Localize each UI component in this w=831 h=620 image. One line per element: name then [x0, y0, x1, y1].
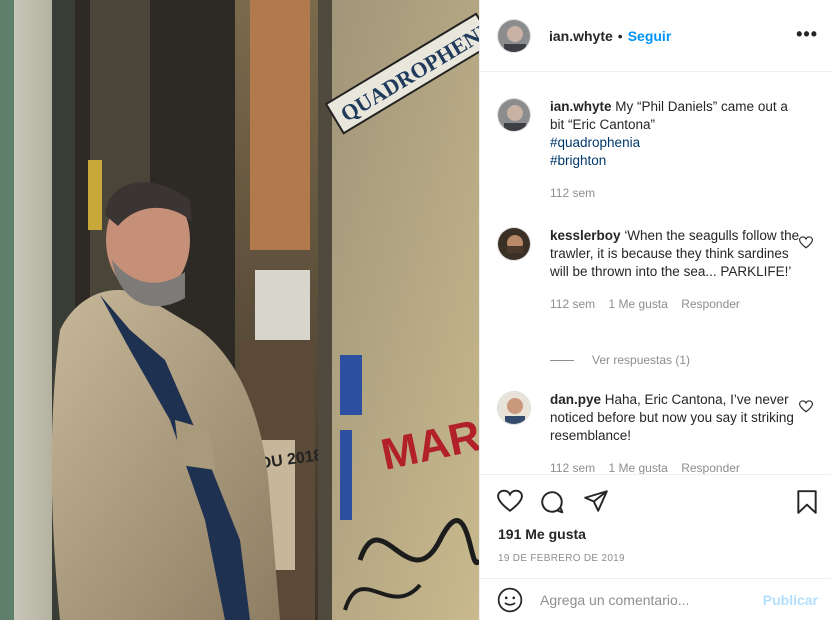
avatar[interactable]	[497, 18, 531, 53]
avatar[interactable]	[497, 98, 531, 132]
post-header: ian.whyte • Seguir •••	[480, 0, 831, 72]
post-date: 19 DE FEBRERO DE 2019	[498, 553, 625, 564]
post-action-bar	[480, 474, 831, 530]
heart-icon[interactable]	[799, 236, 813, 249]
avatar[interactable]	[497, 391, 531, 425]
reply-button[interactable]: Responder	[681, 461, 740, 474]
post-author-username[interactable]: ian.whyte	[549, 28, 613, 44]
heart-icon[interactable]	[497, 489, 523, 513]
add-comment-bar: Publicar	[480, 578, 831, 620]
hashtag-link[interactable]: #brighton	[550, 152, 805, 170]
comment-username[interactable]: kesslerboy	[550, 228, 621, 243]
publish-button[interactable]: Publicar	[763, 592, 818, 608]
share-icon[interactable]	[583, 489, 609, 513]
bookmark-icon[interactable]	[796, 489, 818, 515]
follow-separator: •	[617, 27, 623, 44]
comments-list[interactable]: ian.whyte My “Phil Daniels” came out a b…	[480, 73, 831, 474]
view-replies-button[interactable]: Ver respuestas (1)	[550, 353, 690, 367]
alley-photo-image: LOU 2018 QUADROPHENIA MARU	[0, 0, 479, 620]
likes-count[interactable]: 191 Me gusta	[498, 526, 586, 542]
caption-time: 112 sem	[550, 186, 596, 200]
heart-icon[interactable]	[799, 400, 813, 413]
hashtag-link[interactable]: #quadrophenia	[550, 134, 805, 152]
comment-time: 112 sem	[550, 461, 596, 474]
comment-time: 112 sem	[550, 297, 596, 311]
comment-likes-count[interactable]: 1 Me gusta	[608, 297, 667, 311]
emoji-icon[interactable]	[497, 587, 523, 613]
caption-username[interactable]: ian.whyte	[550, 99, 612, 114]
comment-input[interactable]	[540, 591, 760, 608]
follow-button[interactable]: Seguir	[628, 28, 672, 44]
comment-icon[interactable]	[539, 489, 565, 515]
post-photo[interactable]: LOU 2018 QUADROPHENIA MARU	[0, 0, 479, 620]
comment-likes-count[interactable]: 1 Me gusta	[608, 461, 667, 474]
replies-divider	[550, 359, 574, 361]
post-side-panel: ian.whyte • Seguir ••• ian.whyte My “Phi…	[479, 0, 831, 620]
comment-username[interactable]: dan.pye	[550, 392, 601, 407]
reply-button[interactable]: Responder	[681, 297, 740, 311]
avatar[interactable]	[497, 227, 531, 261]
more-options-icon[interactable]: •••	[796, 24, 818, 45]
view-replies-label: Ver respuestas (1)	[592, 353, 691, 367]
